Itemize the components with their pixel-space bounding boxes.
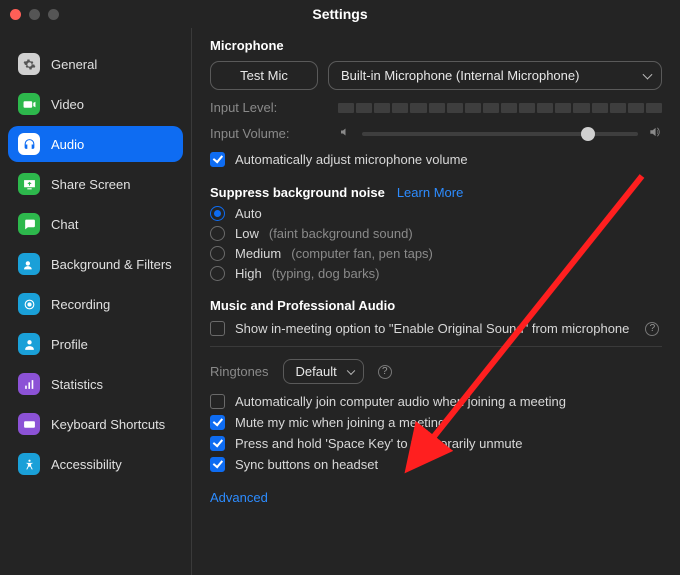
ringtones-value: Default <box>296 364 337 379</box>
microphone-heading: Microphone <box>210 38 662 53</box>
input-level-meter <box>338 103 662 113</box>
input-volume-label: Input Volume: <box>210 126 328 141</box>
sidebar-item-label: Video <box>51 97 84 112</box>
statistics-icon <box>18 373 40 395</box>
sidebar-item-general[interactable]: General <box>8 46 183 82</box>
gear-icon <box>18 53 40 75</box>
auto-adjust-volume-checkbox[interactable] <box>210 152 225 167</box>
sidebar-item-label: Keyboard Shortcuts <box>51 417 165 432</box>
noise-medium-radio[interactable] <box>210 246 225 261</box>
noise-medium-label: Medium <box>235 246 281 261</box>
space-unmute-label: Press and hold 'Space Key' to temporaril… <box>235 436 523 451</box>
input-level-label: Input Level: <box>210 100 328 115</box>
titlebar: Settings <box>0 0 680 28</box>
noise-medium-hint: (computer fan, pen taps) <box>291 246 433 261</box>
original-sound-checkbox[interactable] <box>210 321 225 336</box>
noise-auto-label: Auto <box>235 206 262 221</box>
sidebar-item-label: Statistics <box>51 377 103 392</box>
sidebar-item-video[interactable]: Video <box>8 86 183 122</box>
sidebar-item-background-filters[interactable]: Background & Filters <box>8 246 183 282</box>
sidebar-item-label: Recording <box>51 297 110 312</box>
noise-high-hint: (typing, dog barks) <box>272 266 380 281</box>
sync-headset-checkbox[interactable] <box>210 457 225 472</box>
sidebar-item-label: Share Screen <box>51 177 131 192</box>
advanced-link[interactable]: Advanced <box>210 490 268 505</box>
sidebar-item-label: Accessibility <box>51 457 122 472</box>
mute-on-join-label: Mute my mic when joining a meeting <box>235 415 445 430</box>
sidebar-item-label: Audio <box>51 137 84 152</box>
sidebar-item-label: Chat <box>51 217 78 232</box>
noise-high-radio[interactable] <box>210 266 225 281</box>
input-volume-slider[interactable] <box>362 126 638 142</box>
main-panel: Microphone Test Mic Built-in Microphone … <box>192 28 680 575</box>
ringtones-select[interactable]: Default <box>283 359 364 384</box>
profile-icon <box>18 333 40 355</box>
sidebar-item-label: Background & Filters <box>51 257 172 272</box>
ringtones-label: Ringtones <box>210 364 269 379</box>
noise-high-label: High <box>235 266 262 281</box>
music-audio-heading: Music and Professional Audio <box>210 298 662 313</box>
sidebar-item-keyboard-shortcuts[interactable]: Keyboard Shortcuts <box>8 406 183 442</box>
microphone-device-select[interactable]: Built-in Microphone (Internal Microphone… <box>328 61 662 90</box>
sidebar-item-profile[interactable]: Profile <box>8 326 183 362</box>
divider <box>210 346 662 347</box>
noise-auto-radio[interactable] <box>210 206 225 221</box>
sidebar-item-label: Profile <box>51 337 88 352</box>
volume-low-icon <box>338 126 352 141</box>
recording-icon <box>18 293 40 315</box>
suppress-noise-heading: Suppress background noise <box>210 185 385 200</box>
learn-more-link[interactable]: Learn More <box>397 185 463 200</box>
test-mic-button[interactable]: Test Mic <box>210 61 318 90</box>
sidebar-item-statistics[interactable]: Statistics <box>8 366 183 402</box>
headphones-icon <box>18 133 40 155</box>
keyboard-icon <box>18 413 40 435</box>
volume-high-icon <box>648 125 662 142</box>
space-unmute-checkbox[interactable] <box>210 436 225 451</box>
accessibility-icon <box>18 453 40 475</box>
noise-low-radio[interactable] <box>210 226 225 241</box>
sync-headset-label: Sync buttons on headset <box>235 457 378 472</box>
mute-on-join-checkbox[interactable] <box>210 415 225 430</box>
sidebar-item-share-screen[interactable]: Share Screen <box>8 166 183 202</box>
auto-join-audio-label: Automatically join computer audio when j… <box>235 394 566 409</box>
sidebar-item-label: General <box>51 57 97 72</box>
noise-low-hint: (faint background sound) <box>269 226 413 241</box>
sidebar-item-audio[interactable]: Audio <box>8 126 183 162</box>
window-title: Settings <box>0 6 680 22</box>
sidebar: General Video Audio Share Screen Chat <box>0 28 192 575</box>
background-filters-icon <box>18 253 40 275</box>
auto-join-audio-checkbox[interactable] <box>210 394 225 409</box>
chat-icon <box>18 213 40 235</box>
sidebar-item-chat[interactable]: Chat <box>8 206 183 242</box>
auto-adjust-volume-label: Automatically adjust microphone volume <box>235 152 468 167</box>
help-icon[interactable]: ? <box>645 322 659 336</box>
original-sound-label: Show in-meeting option to "Enable Origin… <box>235 321 629 336</box>
sidebar-item-recording[interactable]: Recording <box>8 286 183 322</box>
noise-low-label: Low <box>235 226 259 241</box>
share-screen-icon <box>18 173 40 195</box>
video-icon <box>18 93 40 115</box>
help-icon[interactable]: ? <box>378 365 392 379</box>
sidebar-item-accessibility[interactable]: Accessibility <box>8 446 183 482</box>
microphone-device-value: Built-in Microphone (Internal Microphone… <box>341 68 579 83</box>
